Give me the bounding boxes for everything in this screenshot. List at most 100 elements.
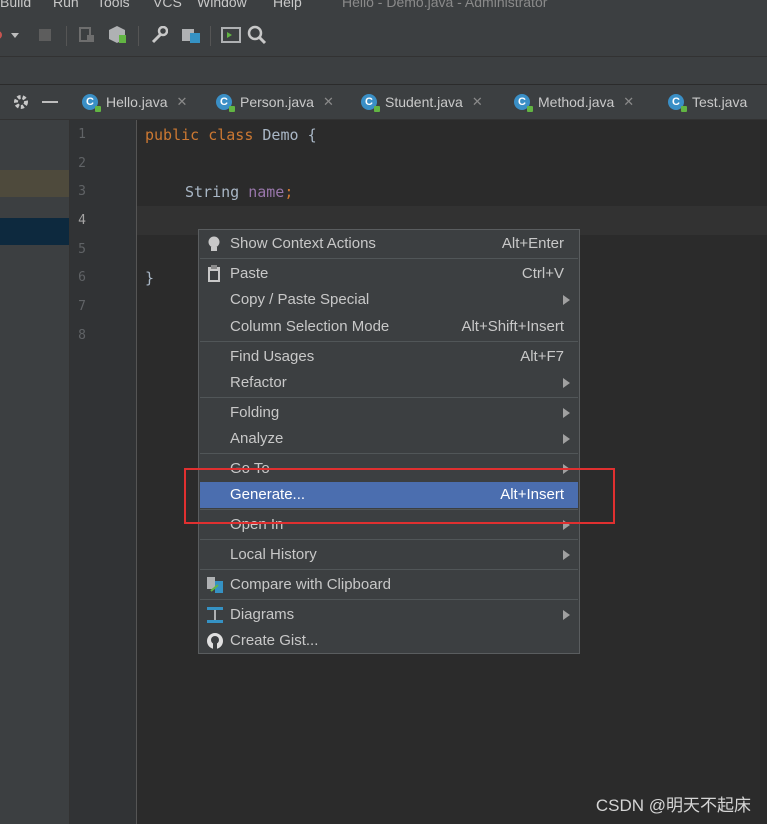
menu-item-shortcut: Ctrl+V	[521, 265, 564, 282]
menu-separator	[200, 599, 578, 600]
project-tree-row-selected[interactable]	[0, 218, 69, 245]
tab-label: Test.java	[692, 94, 748, 110]
project-panel-tools	[0, 85, 70, 119]
build-icon[interactable]	[106, 24, 128, 46]
submenu-arrow-icon	[563, 550, 570, 560]
line-number: 2	[78, 156, 86, 171]
menu-tools[interactable]: Tools	[97, 0, 130, 10]
menu-bar: Build Run Tools VCS Window Help Hello - …	[0, 0, 767, 14]
menu-item-refactor[interactable]: Refactor	[200, 370, 578, 396]
terminal-icon[interactable]	[220, 24, 242, 46]
toolbar-separator	[138, 26, 139, 46]
submenu-arrow-icon	[563, 295, 570, 305]
submenu-arrow-icon	[563, 408, 570, 418]
minimize-icon[interactable]	[42, 101, 58, 103]
tab-label: Method.java	[538, 94, 615, 110]
close-icon[interactable]: ✕	[176, 94, 187, 110]
submenu-arrow-icon	[563, 610, 570, 620]
menu-run[interactable]: Run	[53, 0, 79, 10]
highlight-annotation-box	[184, 468, 615, 524]
menu-item-copy-paste-special[interactable]: Copy / Paste Special	[200, 287, 578, 313]
menu-item-label: Local History	[230, 546, 317, 563]
menu-item-compare-with-clipboard[interactable]: Compare with Clipboard	[200, 572, 578, 598]
stop-icon[interactable]	[34, 24, 56, 46]
toolbar	[0, 14, 767, 57]
java-class-icon: C	[216, 94, 235, 112]
menu-item-diagrams[interactable]: Diagrams	[200, 602, 578, 628]
menu-separator	[200, 453, 578, 454]
window-title: Hello - Demo.java - Administrator	[342, 0, 548, 10]
keyword: public	[145, 126, 200, 144]
github-icon	[206, 632, 223, 650]
menu-item-label: Folding	[230, 404, 280, 421]
clipboard-icon	[206, 265, 222, 283]
close-icon[interactable]: ✕	[472, 94, 483, 110]
settings-wrench-icon[interactable]	[148, 24, 170, 46]
menu-window[interactable]: Window	[197, 0, 247, 10]
brace: }	[145, 269, 155, 287]
tab-label: Student.java	[385, 94, 463, 110]
project-panel[interactable]	[0, 120, 70, 824]
menu-item-create-gist[interactable]: Create Gist...	[200, 628, 578, 654]
line-number-current: 4	[78, 213, 86, 228]
gear-icon[interactable]	[12, 93, 30, 115]
menu-item-local-history[interactable]: Local History	[200, 542, 578, 568]
line-number: 1	[78, 127, 86, 142]
code-line-3: String name;	[185, 183, 293, 201]
menu-vcs[interactable]: VCS	[153, 0, 182, 10]
project-tree-row[interactable]	[0, 170, 69, 197]
close-icon[interactable]: ✕	[323, 94, 334, 110]
tab-person[interactable]: C Person.java ✕	[216, 85, 334, 119]
menu-separator	[200, 569, 578, 570]
tab-label: Person.java	[240, 94, 314, 110]
menu-item-find-usages[interactable]: Find Usages Alt+F7	[200, 344, 578, 370]
menu-item-shortcut: Alt+Shift+Insert	[461, 318, 564, 335]
menu-item-label: Analyze	[230, 430, 284, 447]
semicolon: ;	[284, 183, 294, 201]
watermark: CSDN @明天不起床	[595, 796, 751, 815]
line-number: 6	[78, 270, 86, 285]
type-name: String	[185, 183, 240, 201]
tab-hello[interactable]: C Hello.java ✕	[82, 85, 187, 119]
java-class-icon: C	[514, 94, 533, 112]
submenu-arrow-icon	[563, 378, 570, 388]
keyword: class	[208, 126, 254, 144]
run-config-icon[interactable]	[0, 24, 26, 46]
line-number: 7	[78, 299, 86, 314]
menu-item-shortcut: Alt+Enter	[501, 235, 564, 252]
tab-method[interactable]: C Method.java ✕	[514, 85, 634, 119]
project-structure-icon[interactable]	[180, 24, 202, 46]
menu-item-label: Paste	[230, 265, 269, 282]
menu-help[interactable]: Help	[273, 0, 302, 10]
attach-debugger-icon[interactable]	[76, 24, 98, 46]
menu-separator	[200, 341, 578, 342]
menu-item-label: Diagrams	[230, 606, 295, 623]
menu-separator	[200, 397, 578, 398]
menu-item-analyze[interactable]: Analyze	[200, 426, 578, 452]
line-number: 8	[78, 328, 86, 343]
close-icon[interactable]: ✕	[623, 94, 634, 110]
line-number-gutter: 1 2 3 4 5 6 7 8	[70, 120, 137, 824]
diagram-icon	[206, 606, 223, 624]
menu-item-column-selection-mode[interactable]: Column Selection Mode Alt+Shift+Insert	[200, 314, 578, 340]
tab-student[interactable]: C Student.java ✕	[361, 85, 483, 119]
java-class-icon: C	[82, 94, 101, 112]
tab-test[interactable]: C Test.java	[668, 85, 747, 119]
menu-item-paste[interactable]: Paste Ctrl+V	[200, 261, 578, 287]
toolbar-separator	[210, 26, 211, 46]
lightbulb-icon	[206, 235, 222, 253]
menu-item-show-context-actions[interactable]: Show Context Actions Alt+Enter	[200, 231, 578, 257]
menu-item-label: Refactor	[230, 374, 287, 391]
menu-separator	[200, 258, 578, 259]
code-line-6: }	[145, 269, 154, 287]
menu-item-folding[interactable]: Folding	[200, 400, 578, 426]
menu-item-label: Column Selection Mode	[230, 318, 390, 335]
search-icon[interactable]	[246, 24, 268, 46]
menu-item-label: Create Gist...	[230, 632, 319, 649]
menu-separator	[200, 539, 578, 540]
tab-label: Hello.java	[106, 94, 168, 110]
java-class-icon: C	[668, 94, 687, 112]
editor-tab-bar: C Hello.java ✕ C Person.java ✕ C Student…	[0, 85, 767, 120]
menu-build[interactable]: Build	[0, 0, 31, 10]
compare-icon	[206, 576, 223, 594]
